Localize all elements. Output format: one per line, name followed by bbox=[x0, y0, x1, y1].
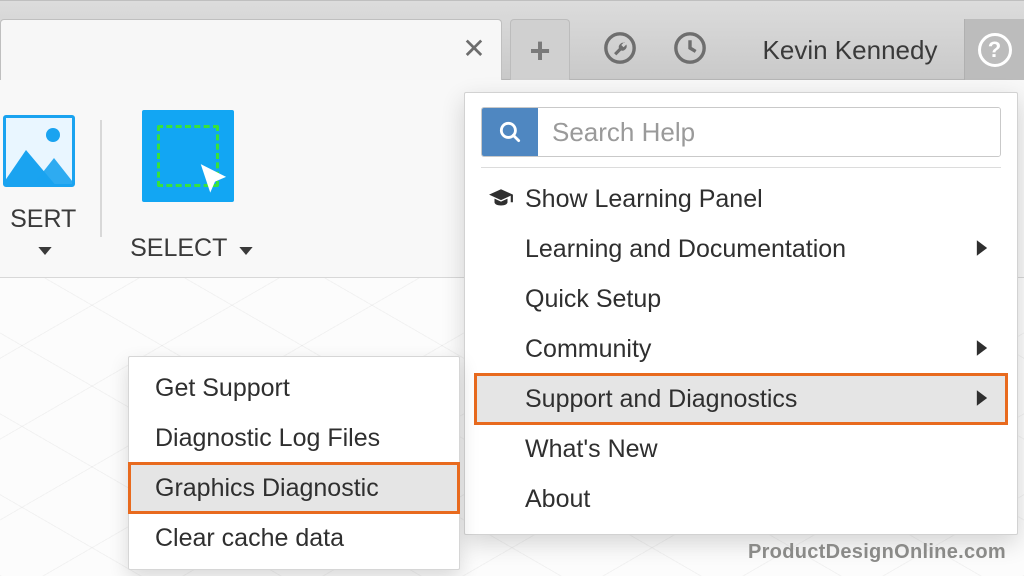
help-search[interactable] bbox=[481, 107, 1001, 157]
menu-item-label: Quick Setup bbox=[525, 285, 661, 314]
menu-item-label: About bbox=[525, 485, 590, 514]
menu-show-learning-panel[interactable]: Show Learning Panel bbox=[475, 174, 1007, 224]
plus-icon: + bbox=[529, 30, 550, 72]
select-label: SELECT bbox=[112, 234, 272, 264]
active-document-tab[interactable]: ✕ bbox=[0, 19, 502, 81]
updates-button[interactable] bbox=[590, 19, 650, 81]
wrench-circle-icon bbox=[603, 31, 637, 70]
submenu-item-label: Clear cache data bbox=[155, 524, 344, 553]
submenu-item-label: Diagnostic Log Files bbox=[155, 424, 380, 453]
menu-item-label: What's New bbox=[525, 435, 658, 464]
submenu-clear-cache-data[interactable]: Clear cache data bbox=[129, 513, 459, 563]
menu-divider bbox=[481, 167, 1001, 168]
new-tab-button[interactable]: + bbox=[510, 19, 570, 81]
menu-item-label: Support and Diagnostics bbox=[525, 385, 797, 414]
toolbar-divider bbox=[100, 120, 102, 237]
menu-learning-documentation[interactable]: Learning and Documentation bbox=[475, 224, 1007, 274]
close-tab-button[interactable]: ✕ bbox=[459, 34, 489, 64]
watermark: ProductDesignOnline.com bbox=[748, 541, 1006, 564]
titlebar: ✕ + Kevin Kennedy ? bbox=[0, 0, 1024, 80]
help-dropdown: Show Learning Panel Learning and Documen… bbox=[464, 92, 1018, 535]
submenu-item-label: Graphics Diagnostic bbox=[155, 474, 379, 503]
selection-icon bbox=[142, 110, 234, 202]
chevron-right-icon bbox=[975, 335, 989, 364]
insert-label: SERT bbox=[0, 205, 86, 264]
chevron-down-icon bbox=[37, 235, 53, 264]
search-input[interactable] bbox=[538, 108, 1000, 156]
search-icon bbox=[482, 108, 538, 156]
submenu-get-support[interactable]: Get Support bbox=[129, 363, 459, 413]
menu-item-label: Learning and Documentation bbox=[525, 235, 846, 264]
recent-button[interactable] bbox=[660, 19, 720, 81]
menu-support-diagnostics[interactable]: Support and Diagnostics bbox=[475, 374, 1007, 424]
menu-item-label: Show Learning Panel bbox=[525, 185, 763, 214]
question-icon: ? bbox=[978, 33, 1012, 67]
chevron-right-icon bbox=[975, 235, 989, 264]
help-button[interactable]: ? bbox=[964, 19, 1024, 81]
submenu-graphics-diagnostic[interactable]: Graphics Diagnostic bbox=[129, 463, 459, 513]
menu-about[interactable]: About bbox=[475, 474, 1007, 524]
chevron-right-icon bbox=[975, 385, 989, 414]
grad-cap-icon bbox=[487, 186, 515, 212]
menu-whats-new[interactable]: What's New bbox=[475, 424, 1007, 474]
clock-icon bbox=[673, 31, 707, 70]
chevron-down-icon bbox=[238, 235, 254, 264]
menu-community[interactable]: Community bbox=[475, 324, 1007, 374]
support-diagnostics-submenu: Get Support Diagnostic Log Files Graphic… bbox=[128, 356, 460, 570]
menu-item-label: Community bbox=[525, 335, 651, 364]
submenu-diagnostic-log-files[interactable]: Diagnostic Log Files bbox=[129, 413, 459, 463]
toolbar-group-select[interactable]: SELECT bbox=[112, 80, 272, 278]
menu-quick-setup[interactable]: Quick Setup bbox=[475, 274, 1007, 324]
cursor-icon bbox=[196, 161, 234, 204]
image-icon bbox=[0, 110, 78, 192]
toolbar-group-insert[interactable]: SERT bbox=[0, 80, 86, 278]
account-username[interactable]: Kevin Kennedy bbox=[745, 19, 955, 81]
submenu-item-label: Get Support bbox=[155, 374, 290, 403]
close-icon: ✕ bbox=[462, 35, 485, 63]
